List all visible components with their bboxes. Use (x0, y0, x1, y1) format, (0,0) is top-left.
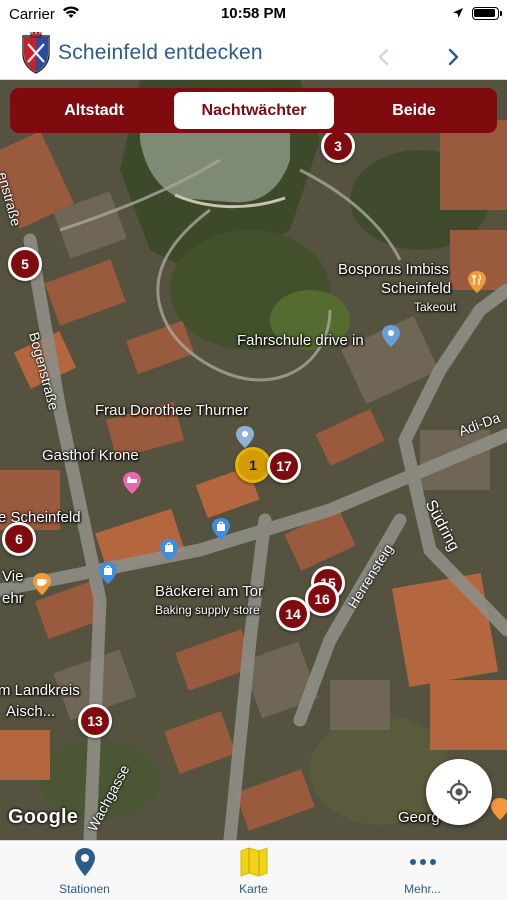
more-dots-icon (410, 859, 436, 865)
place-label-bosporus: Bosporus Imbiss (338, 261, 449, 278)
station-marker-13[interactable]: 13 (78, 704, 112, 738)
place-label-takeout: Takeout (414, 300, 457, 314)
place-label-vie: Vie (2, 568, 24, 585)
folded-map-icon (240, 847, 268, 877)
tab-mehr[interactable]: Mehr... (338, 841, 507, 900)
my-location-button[interactable] (426, 759, 492, 825)
station-marker-5[interactable]: 5 (8, 247, 42, 281)
shopping-bag-icon[interactable] (96, 561, 120, 585)
google-attribution: Google (8, 806, 79, 828)
place-label-baking-supply: Baking supply store (155, 603, 260, 617)
location-pin-icon[interactable] (379, 324, 403, 348)
place-label-bosporus-city: Scheinfeld (381, 280, 452, 297)
station-marker-14[interactable]: 14 (276, 597, 310, 631)
tab-label-karte: Karte (239, 882, 268, 896)
place-label-ehr: ehr (2, 590, 24, 607)
tab-bar: Stationen Karte Mehr... (0, 840, 507, 900)
shopping-bag-icon[interactable] (157, 538, 181, 562)
hotel-icon[interactable] (120, 471, 144, 495)
navigation-bar: Scheinfeld entdecken (0, 30, 507, 80)
place-label-aisch: Aisch... (6, 703, 56, 720)
station-marker-17[interactable]: 17 (267, 449, 301, 483)
place-label-gasthof-krone: Gasthof Krone (42, 447, 139, 464)
tab-label-mehr: Mehr... (404, 882, 441, 896)
status-bar: Carrier 10:58 PM (0, 0, 507, 30)
location-pin-icon[interactable] (233, 425, 257, 449)
place-label-baeckerei: Bäckerei am Tor (155, 583, 264, 600)
station-marker-16[interactable]: 16 (305, 582, 339, 616)
page-title: Scheinfeld entdecken (58, 41, 263, 64)
battery-icon (472, 7, 502, 20)
segment-beide[interactable]: Beide (336, 92, 492, 129)
chevron-left-icon[interactable] (372, 45, 396, 69)
shopping-bag-icon[interactable] (209, 517, 233, 541)
crosshair-icon (447, 780, 471, 804)
place-label-fahrschule: Fahrschule drive in (237, 332, 364, 349)
tab-label-stationen: Stationen (59, 882, 110, 896)
station-marker-6[interactable]: 6 (2, 522, 36, 556)
clock: 10:58 PM (220, 5, 287, 22)
tab-stationen[interactable]: Stationen (0, 841, 169, 900)
satellite-map[interactable]: enstraße Bogenstraße Adi-Da Südring Herr… (0, 80, 507, 840)
segment-altstadt[interactable]: Altstadt (16, 92, 172, 129)
station-marker-1[interactable]: 1 (235, 447, 271, 483)
station-marker-3[interactable]: 3 (321, 129, 355, 163)
coat-of-arms-icon (22, 32, 50, 74)
restaurant-icon[interactable] (465, 270, 489, 294)
cafe-icon[interactable] (30, 572, 54, 596)
location-arrow-icon (453, 8, 463, 18)
route-filter-segmented-control: Altstadt Nachtwächter Beide (10, 88, 497, 133)
segment-nachtwaechter[interactable]: Nachtwächter (174, 92, 334, 129)
tab-karte[interactable]: Karte (169, 841, 338, 900)
place-label-landkreis: m Landkreis (0, 682, 80, 699)
chevron-right-icon[interactable] (441, 45, 465, 69)
map-pin-icon (75, 848, 95, 876)
place-label-thurner: Frau Dorothee Thurner (95, 402, 249, 419)
